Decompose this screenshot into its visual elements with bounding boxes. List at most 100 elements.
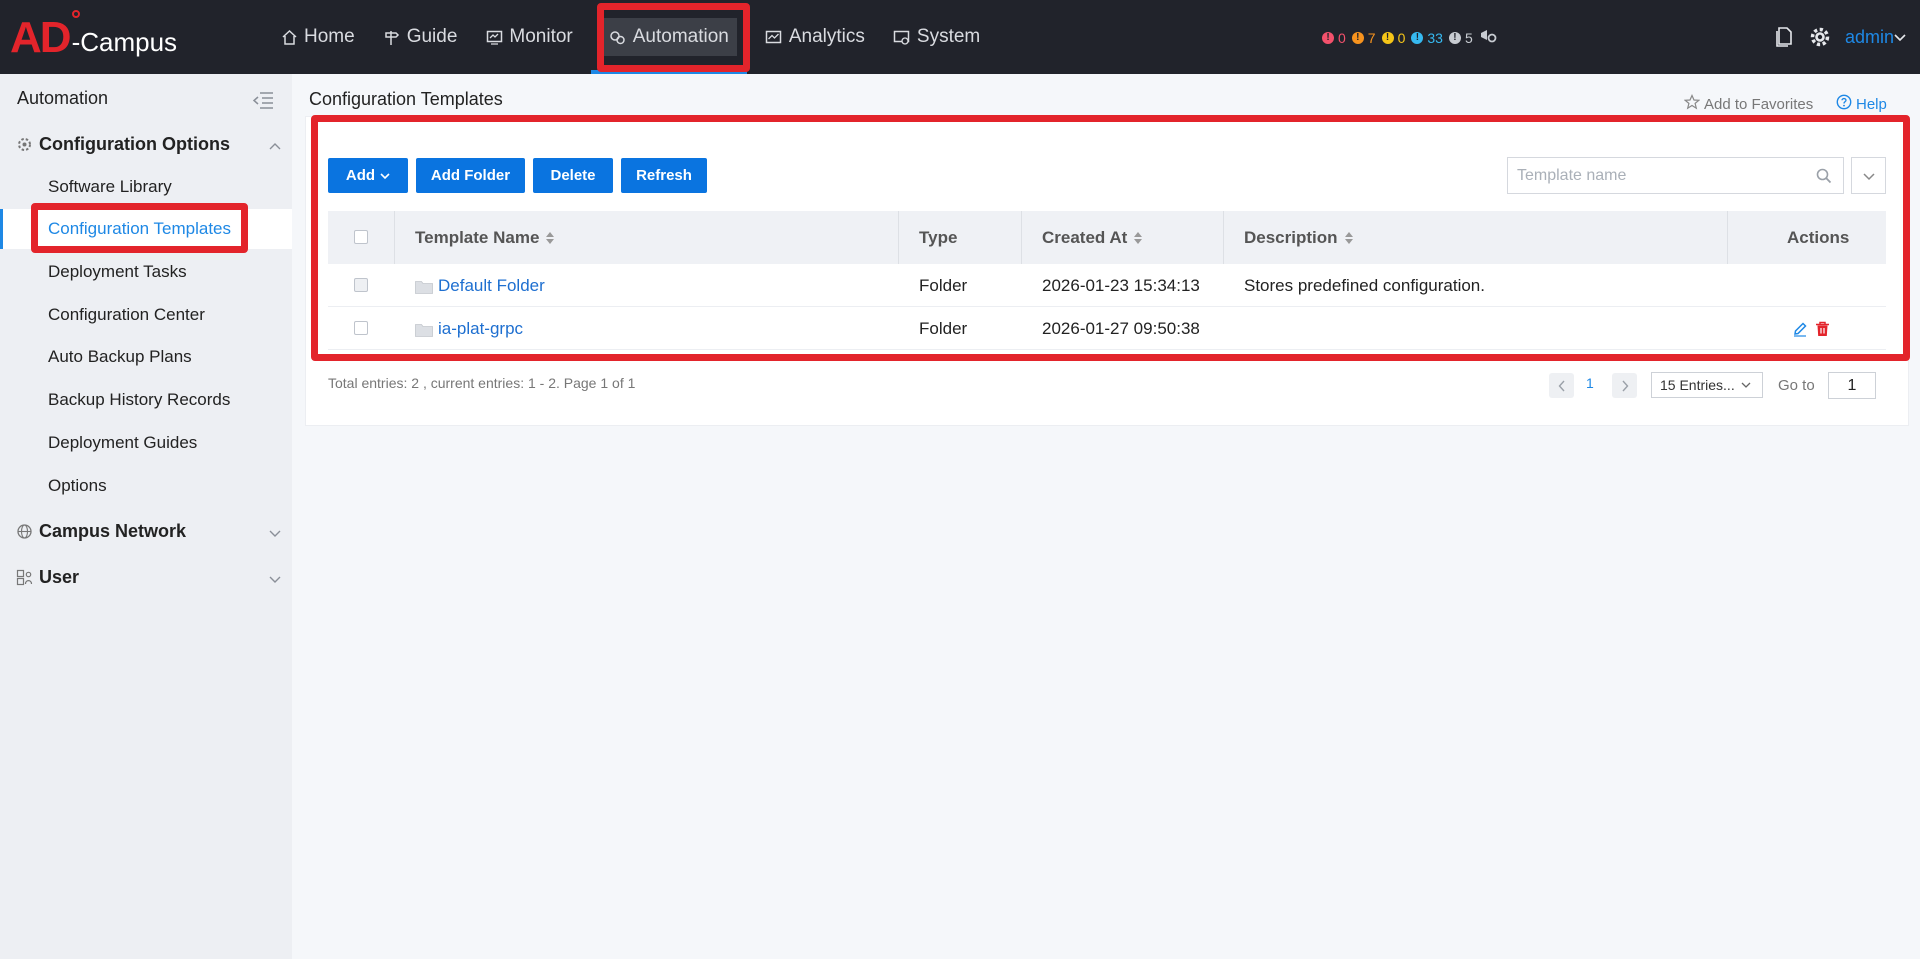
sidebar-group-label: Configuration Options <box>39 133 230 154</box>
column-separator <box>1223 211 1224 264</box>
search-icon[interactable] <box>1815 167 1833 185</box>
nav-home[interactable]: Home <box>270 0 365 74</box>
help-label: Help <box>1856 95 1887 113</box>
nav-monitor[interactable]: Monitor <box>475 0 582 74</box>
document-icon[interactable] <box>1771 24 1797 50</box>
column-header-label: Created At <box>1042 227 1128 247</box>
column-header-label: Description <box>1244 227 1338 247</box>
description-cell: Stores predefined configuration. <box>1244 275 1485 295</box>
template-name-link[interactable]: ia-plat-grpc <box>438 319 523 339</box>
info-alarm-icon: ! <box>1448 31 1461 44</box>
help-link[interactable]: Help <box>1836 94 1887 114</box>
chevron-down-icon <box>1862 171 1875 181</box>
collapse-sidebar-icon[interactable] <box>252 90 274 110</box>
template-search-box[interactable] <box>1507 157 1844 194</box>
sidebar-item-software-library[interactable]: Software Library <box>0 167 292 207</box>
column-header-template-name[interactable]: Template Name <box>415 211 555 264</box>
analytics-icon <box>765 28 783 46</box>
alarm-summary[interactable]: ! 0 ! 7 ! 0 ! 33 ! 5 <box>1322 28 1497 47</box>
template-name-cell[interactable]: Default Folder <box>415 264 545 307</box>
current-page-number[interactable]: 1 <box>1586 375 1594 391</box>
nav-analytics[interactable]: Analytics <box>755 0 875 74</box>
gear-icon[interactable] <box>1807 24 1833 50</box>
sidebar-item-options[interactable]: Options <box>0 466 292 506</box>
nav-label: Home <box>304 26 355 47</box>
template-name-search-input[interactable] <box>1517 166 1807 185</box>
page-size-select[interactable]: 15 Entries... <box>1651 372 1763 398</box>
sort-icon[interactable] <box>1344 231 1353 245</box>
alarm-warning[interactable]: ! 33 <box>1411 30 1443 46</box>
type-cell: Folder <box>919 275 968 295</box>
row-checkbox[interactable] <box>354 321 368 335</box>
column-header-actions: Actions <box>1787 211 1849 264</box>
column-separator <box>1021 211 1022 264</box>
add-folder-button[interactable]: Add Folder <box>416 158 525 193</box>
add-to-favorites-label: Add to Favorites <box>1704 95 1814 113</box>
nav-label: Guide <box>406 26 458 47</box>
critical-alarm-icon: ! <box>1322 31 1334 44</box>
top-right-tools: admin <box>1761 24 1906 50</box>
chevron-right-icon <box>1621 380 1629 392</box>
template-name-cell[interactable]: ia-plat-grpc <box>415 307 523 350</box>
alarm-count: 5 <box>1464 29 1473 46</box>
goto-page-input[interactable]: 1 <box>1828 372 1876 399</box>
nav-automation[interactable]: Automation <box>590 0 748 74</box>
delete-button[interactable]: Delete <box>533 158 613 193</box>
pagination-summary: Total entries: 2 , current entries: 1 - … <box>328 375 636 391</box>
nav-system[interactable]: System <box>883 0 990 74</box>
sidebar-item-configuration-templates[interactable]: Configuration Templates <box>0 209 292 249</box>
page-title: Configuration Templates <box>309 89 503 109</box>
alarm-major[interactable]: ! 7 <box>1351 30 1376 46</box>
chevron-down-icon[interactable] <box>1894 27 1906 47</box>
advanced-search-toggle[interactable] <box>1851 157 1886 194</box>
sort-icon[interactable] <box>546 231 555 245</box>
logo-dot-icon <box>72 10 80 18</box>
select-all-checkbox[interactable] <box>354 230 368 244</box>
sidebar-item-auto-backup-plans[interactable]: Auto Backup Plans <box>0 337 292 377</box>
page-size-value: 15 Entries... <box>1660 377 1735 393</box>
monitor-icon <box>485 28 503 46</box>
alarm-settings-icon[interactable] <box>1479 28 1497 47</box>
add-button[interactable]: Add <box>328 158 408 193</box>
add-to-favorites-link[interactable]: Add to Favorites <box>1683 94 1814 114</box>
prev-page-button[interactable] <box>1549 373 1574 398</box>
automation-icon <box>609 28 627 46</box>
table-row[interactable]: ia-plat-grpc Folder 2026-01-27 09:50:38 <box>328 307 1886 350</box>
sidebar-group-configuration-options[interactable]: Configuration Options <box>0 127 292 161</box>
alarm-minor[interactable]: ! 0 <box>1381 30 1405 46</box>
refresh-button[interactable]: Refresh <box>621 158 707 193</box>
alarm-info[interactable]: ! 5 <box>1448 29 1473 46</box>
sidebar-group-user[interactable]: User <box>0 560 292 594</box>
column-header-created-at[interactable]: Created At <box>1042 211 1143 264</box>
sidebar-group-campus-network[interactable]: Campus Network <box>0 514 292 548</box>
star-icon <box>1683 94 1701 114</box>
table-row[interactable]: Default Folder Folder 2026-01-23 15:34:1… <box>328 264 1886 307</box>
top-navigation-bar: AD -Campus Home Guide Monitor Automation… <box>0 0 1920 74</box>
chevron-down-icon <box>1741 381 1751 389</box>
sort-icon[interactable] <box>1134 231 1143 245</box>
sidebar-item-deployment-guides[interactable]: Deployment Guides <box>0 423 292 463</box>
folder-icon <box>415 322 433 337</box>
edit-icon[interactable] <box>1791 320 1809 338</box>
created-at-cell: 2026-01-23 15:34:13 <box>1042 275 1200 295</box>
goto-label: Go to <box>1778 377 1815 394</box>
user-group-icon <box>15 568 33 586</box>
nav-guide[interactable]: Guide <box>373 0 468 74</box>
ad-campus-logo[interactable]: AD -Campus <box>10 10 178 60</box>
alarm-critical[interactable]: ! 0 <box>1322 30 1346 46</box>
sidebar-item-deployment-tasks[interactable]: Deployment Tasks <box>0 252 292 292</box>
configuration-options-icon <box>15 135 33 153</box>
column-header-description[interactable]: Description <box>1244 211 1353 264</box>
globe-icon <box>15 522 33 540</box>
sidebar-item-configuration-center[interactable]: Configuration Center <box>0 295 292 335</box>
logo-text: -Campus <box>71 27 178 57</box>
user-menu[interactable]: admin <box>1845 27 1894 48</box>
nav-label: Automation <box>632 26 729 47</box>
sidebar-item-backup-history-records[interactable]: Backup History Records <box>0 380 292 420</box>
template-name-link[interactable]: Default Folder <box>438 276 545 296</box>
next-page-button[interactable] <box>1612 373 1637 398</box>
nav-label: Analytics <box>788 26 865 47</box>
alarm-count: 33 <box>1427 29 1443 46</box>
delete-icon[interactable] <box>1813 320 1831 338</box>
row-checkbox[interactable] <box>354 278 368 292</box>
